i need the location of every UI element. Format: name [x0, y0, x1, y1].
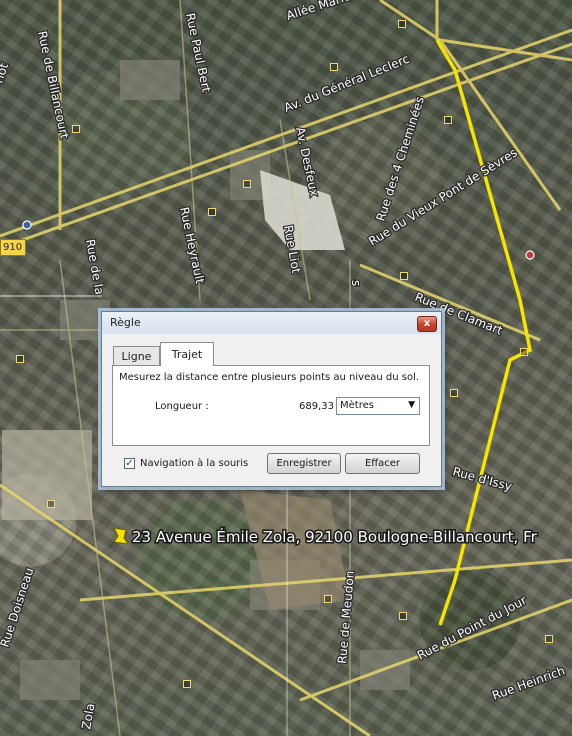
poi-marker-icon	[243, 180, 251, 188]
mouse-navigation-checkbox[interactable]: ✓	[124, 458, 135, 469]
dialog-titlebar[interactable]: Règle x	[102, 312, 441, 334]
length-label: Longueur :	[155, 401, 209, 412]
street-label: riot	[0, 61, 11, 85]
poi-marker-icon	[520, 348, 528, 356]
poi-marker-icon	[208, 208, 216, 216]
poi-marker-icon	[399, 612, 407, 620]
ruler-dialog: Règle x Ligne Trajet Mesurez la distance…	[101, 311, 442, 487]
unit-select[interactable]: Mètres ▼	[336, 397, 420, 415]
chevron-down-icon: ▼	[408, 400, 415, 410]
tab-trajet[interactable]: Trajet	[160, 342, 214, 366]
mouse-navigation-label: Navigation à la souris	[140, 458, 249, 469]
clear-button[interactable]: Effacer	[345, 453, 420, 474]
poi-marker-icon	[398, 20, 406, 28]
poi-marker-icon	[400, 272, 408, 280]
close-button[interactable]: x	[417, 316, 437, 332]
placemark-pin-icon[interactable]	[109, 527, 130, 549]
street-label: Allée Marie	[285, 0, 353, 23]
poi-marker-icon	[183, 680, 191, 688]
poi-marker-icon	[450, 389, 458, 397]
tab-panel: Mesurez la distance entre plusieurs poin…	[112, 365, 430, 446]
poi-marker-icon	[444, 116, 452, 124]
tab-ligne[interactable]: Ligne	[113, 346, 160, 366]
length-value: 689,33	[299, 401, 334, 412]
poi-marker-icon	[72, 125, 80, 133]
unit-selected-value: Mètres	[340, 400, 374, 411]
street-label: Rue de Billancourt	[35, 30, 72, 141]
poi-marker-icon	[16, 355, 24, 363]
address-label: 23 Avenue Émile Zola, 92100 Boulogne-Bil…	[132, 527, 538, 546]
poi-marker-icon	[324, 595, 332, 603]
street-label: Rue du Point du Jour	[415, 593, 529, 663]
poi-marker-icon	[545, 635, 553, 643]
poi-marker-icon	[330, 63, 338, 71]
street-label: Rue Heinrich	[490, 664, 567, 703]
poi-marker-icon	[47, 500, 55, 508]
street-label: s	[349, 280, 363, 286]
save-button[interactable]: Enregistrer	[267, 453, 341, 474]
street-label: Rue de la	[83, 238, 107, 296]
dialog-title: Règle	[110, 316, 141, 329]
description-text: Mesurez la distance entre plusieurs poin…	[119, 372, 420, 383]
close-icon: x	[423, 318, 431, 329]
street-label: Av. du Général Leclerc	[282, 52, 411, 115]
street-label: Rue Paul Bert	[183, 12, 214, 94]
street-label: Rue Heyrault	[177, 206, 207, 286]
road-number-badge: 910	[0, 239, 27, 256]
street-label: Rue Doisneau	[0, 566, 36, 649]
checkmark-icon: ✓	[125, 458, 134, 469]
street-label: Zola	[79, 702, 97, 730]
